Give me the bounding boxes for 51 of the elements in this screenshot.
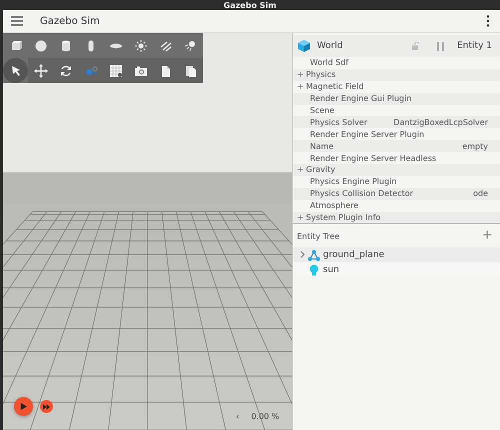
light-bulb-icon <box>308 264 320 276</box>
transform-icon <box>84 64 98 78</box>
more-options-icon[interactable] <box>486 15 490 27</box>
property-label: Render Engine Gui Plugin <box>310 94 412 104</box>
property-value: DantzigBoxedLcpSolver <box>394 118 488 127</box>
move-icon <box>34 64 48 78</box>
property-label: Physics Solver <box>310 118 368 127</box>
window-title: Gazebo Sim <box>224 1 276 10</box>
model-icon <box>308 248 320 261</box>
rotate-icon <box>58 64 72 78</box>
lines-icon <box>158 38 172 52</box>
grid-icon <box>108 64 122 78</box>
real-time-factor: 0.00 % <box>251 412 280 421</box>
expand-toggle[interactable]: + <box>297 165 303 174</box>
entity-id: Entity 1 <box>457 41 492 51</box>
sphere-icon <box>34 38 48 52</box>
app-title: Gazebo Sim <box>40 16 100 26</box>
property-label: Gravity <box>306 165 336 174</box>
property-label: Render Engine Server Headless <box>310 154 436 163</box>
fast-forward-icon <box>43 404 50 410</box>
property-value: ode <box>473 189 488 198</box>
expand-toggle[interactable]: + <box>297 82 303 92</box>
tool-button[interactable] <box>28 58 53 83</box>
property-value: empty <box>462 142 488 151</box>
property-label: Name <box>310 142 334 151</box>
property-label: Magnetic Field <box>306 82 364 92</box>
menu-icon[interactable] <box>11 16 23 26</box>
cube-icon <box>297 39 311 53</box>
tool-button[interactable] <box>178 58 203 83</box>
property-label: System Plugin Info <box>306 213 381 222</box>
expand-toggle[interactable]: + <box>297 213 303 222</box>
camera-icon <box>134 64 148 78</box>
expand-toggle[interactable]: + <box>297 70 303 80</box>
sun-icon <box>134 38 148 52</box>
tree-item[interactable]: ground_plane <box>293 247 500 262</box>
property-label: World Sdf <box>310 58 348 68</box>
light-icon <box>184 38 198 52</box>
collapse-arrow[interactable]: ‹ <box>236 412 240 421</box>
property-label: Physics Collision Detector <box>310 189 414 198</box>
tool-button[interactable] <box>3 58 28 83</box>
add-button[interactable]: + <box>482 228 492 244</box>
panel-title: Entity Tree <box>297 232 340 241</box>
property-label: Render Engine Server Plugin <box>310 130 424 139</box>
property-label: Atmosphere <box>310 201 358 210</box>
paste-icon <box>184 64 198 78</box>
entity-name: World <box>317 41 343 51</box>
chevron-right-icon[interactable] <box>300 251 305 258</box>
play-icon <box>20 403 27 410</box>
property-label: Physics Engine Plugin <box>310 177 397 186</box>
property-label: Scene <box>310 106 334 115</box>
property-label: Physics <box>306 70 336 80</box>
